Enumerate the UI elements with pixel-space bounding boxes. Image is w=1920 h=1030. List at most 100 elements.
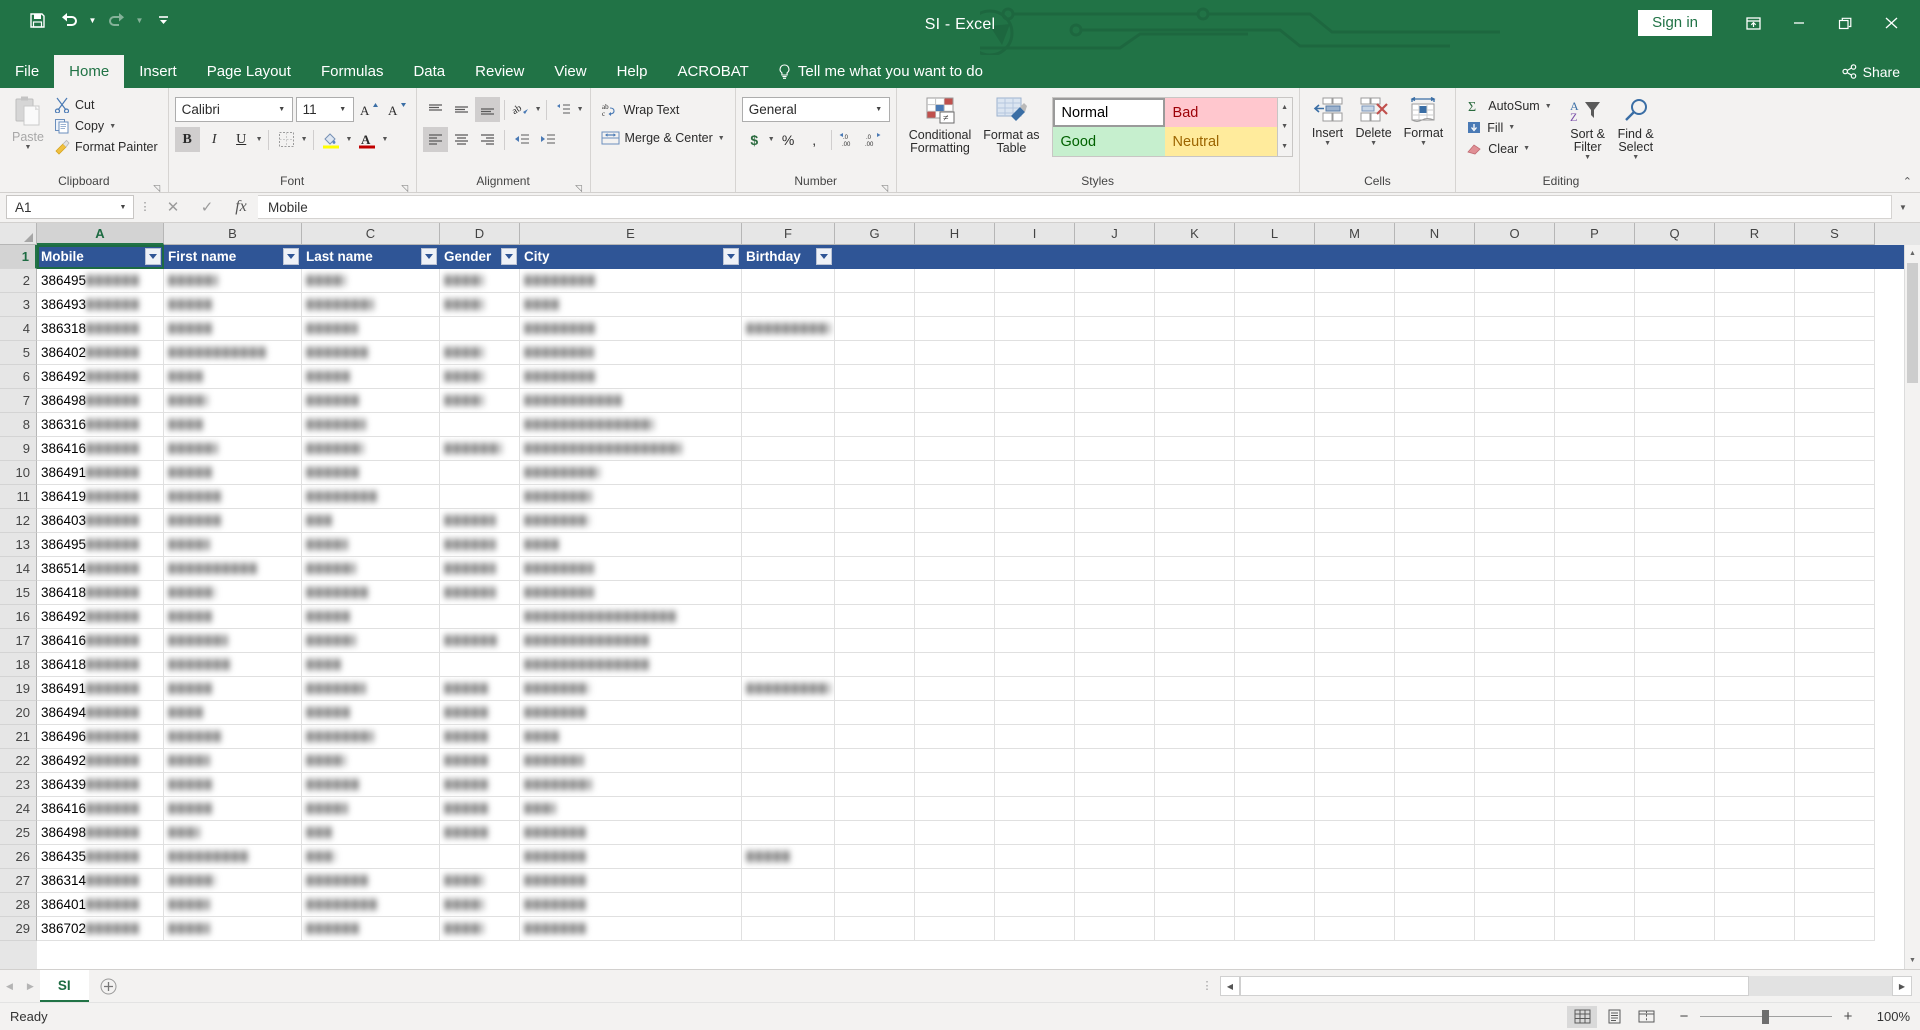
cell-R10[interactable] xyxy=(1715,461,1795,485)
cell-G23[interactable] xyxy=(835,773,915,797)
cell-A21[interactable]: 386496 xyxy=(37,725,164,749)
cell-O4[interactable] xyxy=(1475,317,1555,341)
header-cell-D1[interactable]: Gender xyxy=(440,245,520,269)
cell-O17[interactable] xyxy=(1475,629,1555,653)
cell-A11[interactable]: 386419 xyxy=(37,485,164,509)
cell-L23[interactable] xyxy=(1235,773,1315,797)
restore-icon[interactable] xyxy=(1822,8,1868,38)
cell-F13[interactable] xyxy=(742,533,835,557)
cell-M10[interactable] xyxy=(1315,461,1395,485)
zoom-in-button[interactable]: + xyxy=(1841,1008,1855,1025)
tab-home[interactable]: Home xyxy=(54,55,125,88)
ribbon-display-options-icon[interactable] xyxy=(1730,8,1776,38)
cell-M18[interactable] xyxy=(1315,653,1395,677)
italic-button[interactable]: I xyxy=(202,127,227,152)
cell-S29[interactable] xyxy=(1795,917,1875,941)
cell-G9[interactable] xyxy=(835,437,915,461)
cell-K7[interactable] xyxy=(1155,389,1235,413)
cell-D17[interactable] xyxy=(440,629,520,653)
cell-H25[interactable] xyxy=(915,821,995,845)
cell-H14[interactable] xyxy=(915,557,995,581)
cell-Q8[interactable] xyxy=(1635,413,1715,437)
cell-D6[interactable] xyxy=(440,365,520,389)
orientation-button[interactable]: ab xyxy=(509,97,534,122)
tab-view[interactable]: View xyxy=(539,55,601,88)
cell-P5[interactable] xyxy=(1555,341,1635,365)
cell-N12[interactable] xyxy=(1395,509,1475,533)
cell-L28[interactable] xyxy=(1235,893,1315,917)
cell-S13[interactable] xyxy=(1795,533,1875,557)
cell-D10[interactable] xyxy=(440,461,520,485)
cell-B29[interactable] xyxy=(164,917,302,941)
filter-dropdown-icon[interactable] xyxy=(145,248,161,265)
cell-M14[interactable] xyxy=(1315,557,1395,581)
cell-S3[interactable] xyxy=(1795,293,1875,317)
minimize-icon[interactable] xyxy=(1776,8,1822,38)
cell-I6[interactable] xyxy=(995,365,1075,389)
cell-K3[interactable] xyxy=(1155,293,1235,317)
clipboard-dialog-launcher[interactable]: ◹ xyxy=(152,181,162,193)
cell-E22[interactable] xyxy=(520,749,742,773)
zoom-thumb[interactable] xyxy=(1762,1009,1769,1024)
cell-S22[interactable] xyxy=(1795,749,1875,773)
style-normal[interactable]: Normal xyxy=(1052,98,1165,127)
cell-H18[interactable] xyxy=(915,653,995,677)
row-header-21[interactable]: 21 xyxy=(0,725,37,749)
cell-I8[interactable] xyxy=(995,413,1075,437)
cell-L27[interactable] xyxy=(1235,869,1315,893)
cell-E7[interactable] xyxy=(520,389,742,413)
column-header-N[interactable]: N xyxy=(1395,223,1475,245)
cell-D23[interactable] xyxy=(440,773,520,797)
cell-C14[interactable] xyxy=(302,557,440,581)
cell-K19[interactable] xyxy=(1155,677,1235,701)
cell-H20[interactable] xyxy=(915,701,995,725)
format-cells-dropdown-icon[interactable]: ▼ xyxy=(1420,140,1427,147)
cell-H22[interactable] xyxy=(915,749,995,773)
cell-Q22[interactable] xyxy=(1635,749,1715,773)
cell-P6[interactable] xyxy=(1555,365,1635,389)
cell-F8[interactable] xyxy=(742,413,835,437)
indent-dropdown-icon[interactable]: ▼ xyxy=(577,106,584,113)
cell-Q25[interactable] xyxy=(1635,821,1715,845)
cell-R29[interactable] xyxy=(1715,917,1795,941)
cell-H24[interactable] xyxy=(915,797,995,821)
name-box[interactable]: A1 ▼ xyxy=(6,195,134,219)
cell-G14[interactable] xyxy=(835,557,915,581)
clear-dropdown-icon[interactable]: ▼ xyxy=(1523,145,1530,152)
fill-color-button[interactable] xyxy=(319,127,344,152)
cell-B3[interactable] xyxy=(164,293,302,317)
cell-Q13[interactable] xyxy=(1635,533,1715,557)
cell-M16[interactable] xyxy=(1315,605,1395,629)
cell-O6[interactable] xyxy=(1475,365,1555,389)
cell-B21[interactable] xyxy=(164,725,302,749)
filter-dropdown-icon[interactable] xyxy=(283,248,299,265)
cut-button[interactable]: Cut xyxy=(50,95,162,115)
header-cell-C1[interactable]: Last name xyxy=(302,245,440,269)
font-name-input[interactable]: Calibri ▼ xyxy=(174,97,293,122)
cell-E3[interactable] xyxy=(520,293,742,317)
cell-F24[interactable] xyxy=(742,797,835,821)
column-header-G[interactable]: G xyxy=(835,223,915,245)
cell-S21[interactable] xyxy=(1795,725,1875,749)
cell-E8[interactable] xyxy=(520,413,742,437)
cell-D16[interactable] xyxy=(440,605,520,629)
bold-button[interactable]: B xyxy=(174,127,200,152)
cell-Q16[interactable] xyxy=(1635,605,1715,629)
cell-O8[interactable] xyxy=(1475,413,1555,437)
column-header-I[interactable]: I xyxy=(995,223,1075,245)
cell-K24[interactable] xyxy=(1155,797,1235,821)
cell-H23[interactable] xyxy=(915,773,995,797)
cell-H21[interactable] xyxy=(915,725,995,749)
cell-D4[interactable] xyxy=(440,317,520,341)
cell-Q15[interactable] xyxy=(1635,581,1715,605)
cell-M12[interactable] xyxy=(1315,509,1395,533)
cell-D24[interactable] xyxy=(440,797,520,821)
cell-M4[interactable] xyxy=(1315,317,1395,341)
save-icon[interactable] xyxy=(22,6,52,34)
cell-K8[interactable] xyxy=(1155,413,1235,437)
cell-P14[interactable] xyxy=(1555,557,1635,581)
cell-A25[interactable]: 386498 xyxy=(37,821,164,845)
cell-M23[interactable] xyxy=(1315,773,1395,797)
cell-D21[interactable] xyxy=(440,725,520,749)
cell-S26[interactable] xyxy=(1795,845,1875,869)
